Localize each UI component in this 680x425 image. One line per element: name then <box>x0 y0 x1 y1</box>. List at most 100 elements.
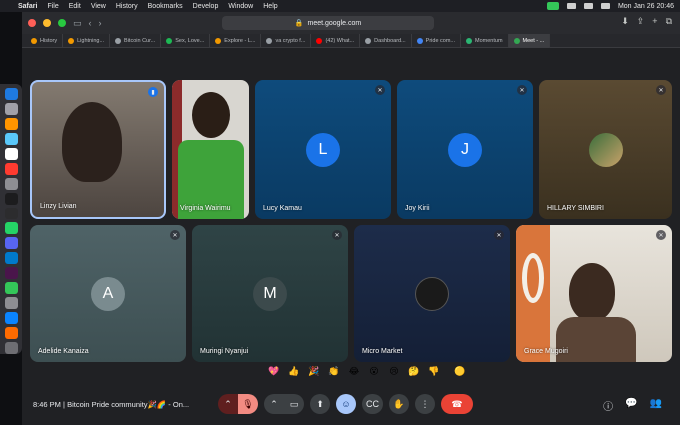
maximize-window-button[interactable] <box>58 19 66 27</box>
reaction-party[interactable]: 🎉 <box>306 364 322 378</box>
back-icon[interactable]: ‹ <box>89 18 92 28</box>
tab-meet[interactable]: Meet - ... <box>508 33 551 48</box>
participant-tile[interactable]: J ✕ Joy Kirii <box>397 80 533 219</box>
app-icon[interactable] <box>4 207 18 220</box>
speaking-icon: ▮ <box>148 87 158 97</box>
participant-video <box>569 263 615 321</box>
menubar-item-history[interactable]: History <box>116 3 138 10</box>
battery-icon[interactable] <box>566 3 576 9</box>
app-icon[interactable] <box>4 162 18 175</box>
macos-menubar: Safari File Edit View History Bookmarks … <box>0 0 680 12</box>
safari-icon[interactable] <box>4 132 18 145</box>
menubar-item-help[interactable]: Help <box>263 3 277 10</box>
participant-tile[interactable]: L ✕ Lucy Kamau <box>255 80 391 219</box>
menubar-item-bookmarks[interactable]: Bookmarks <box>148 3 183 10</box>
reaction-laugh[interactable]: 😂 <box>346 364 362 378</box>
tab-bitcoin[interactable]: Bitcoin Cur... <box>110 33 162 48</box>
menubar-app-name[interactable]: Safari <box>18 3 37 10</box>
menubar-item-view[interactable]: View <box>91 3 106 10</box>
favicon <box>215 37 222 44</box>
close-window-button[interactable] <box>28 19 36 27</box>
address-bar[interactable]: 🔒 meet.google.com <box>222 16 434 30</box>
tab-va-crypto[interactable]: va crypto f... <box>261 33 312 48</box>
mic-off-icon: ✕ <box>332 230 342 240</box>
forward-icon[interactable]: › <box>99 18 102 28</box>
launchpad-icon[interactable] <box>4 102 18 115</box>
hangup-icon[interactable]: ☎ <box>441 394 473 414</box>
participant-tile[interactable]: ✕ Grace Mugoiri <box>516 225 672 362</box>
video-options-button[interactable]: ⌃ <box>264 394 284 414</box>
present-icon[interactable]: ⬆ <box>310 394 330 414</box>
tab-momentum[interactable]: Momentum <box>461 33 509 48</box>
menubar-item-file[interactable]: File <box>47 3 58 10</box>
participant-tile[interactable]: M ✕ Muringi Nyanjui <box>192 225 348 362</box>
tab-dashboard[interactable]: Dashboard... <box>360 33 412 48</box>
chat-icon[interactable]: 💬 <box>625 398 637 413</box>
favicon <box>365 37 372 44</box>
finder-icon[interactable] <box>4 88 18 100</box>
favicon <box>466 37 473 44</box>
settings-icon[interactable] <box>4 177 18 190</box>
reaction-thinking[interactable]: 🤔 <box>406 364 422 378</box>
participant-tile[interactable]: Virginia Wairimu <box>172 80 249 219</box>
messages-icon[interactable] <box>4 282 18 295</box>
participant-tile[interactable]: ▮ Linzy Livian <box>30 80 166 219</box>
app-icon[interactable] <box>4 312 18 324</box>
favicon <box>316 37 323 44</box>
tab-history[interactable]: History <box>26 33 64 48</box>
reaction-heart[interactable]: 💖 <box>266 364 282 378</box>
vscode-icon[interactable] <box>4 252 18 265</box>
info-icon[interactable]: ⓘ <box>603 398 613 413</box>
tab-pride[interactable]: Pride com... <box>412 33 462 48</box>
tab-lightning[interactable]: Lightning... <box>63 33 111 48</box>
captions-icon[interactable]: CC <box>362 394 383 414</box>
trash-icon[interactable] <box>4 341 18 354</box>
new-tab-icon[interactable]: + <box>652 16 657 27</box>
reactions-bar: 💖 👍 🎉 👏 😂 😮 😢 🤔 👎 🟡 <box>266 364 468 378</box>
terminal-icon[interactable] <box>4 192 18 205</box>
share-icon[interactable]: ⇪ <box>637 16 645 27</box>
tab-spotify[interactable]: Sex, Love... <box>161 33 211 48</box>
emoji-icon[interactable]: ☺ <box>336 394 356 414</box>
app-icon[interactable] <box>4 327 18 339</box>
reaction-surprised[interactable]: 😮 <box>366 364 382 378</box>
search-icon[interactable] <box>600 3 610 9</box>
more-options-icon[interactable]: ⋮ <box>415 394 435 414</box>
participant-tile[interactable]: ✕ HILLARY SIMBIRI <box>539 80 672 219</box>
tab-youtube[interactable]: (42) What... <box>311 33 361 48</box>
favicon <box>513 37 520 44</box>
emoji-picker-icon[interactable]: 🟡 <box>452 364 468 378</box>
menubar-item-develop[interactable]: Develop <box>193 3 219 10</box>
meeting-info: 8:46 PM | Bitcoin Pride community🎉🌈 - On… <box>33 400 189 409</box>
reaction-thumbs-down[interactable]: 👎 <box>426 364 442 378</box>
facetime-icon[interactable] <box>546 2 559 10</box>
app-icon[interactable] <box>4 297 18 310</box>
people-icon[interactable]: 👥 <box>650 398 662 413</box>
mic-off-icon[interactable]: 🎙 <box>238 394 258 414</box>
audio-options-button[interactable]: ⌃ <box>218 394 238 414</box>
reaction-clap[interactable]: 👏 <box>326 364 342 378</box>
slack-icon[interactable] <box>4 267 18 280</box>
discord-icon[interactable] <box>4 237 18 250</box>
minimize-window-button[interactable] <box>43 19 51 27</box>
menubar-item-window[interactable]: Window <box>228 3 253 10</box>
reaction-sad[interactable]: 😢 <box>386 364 402 378</box>
calendar-icon[interactable] <box>4 147 18 160</box>
participant-photo <box>588 132 623 167</box>
wifi-icon[interactable] <box>583 3 593 9</box>
tab-overview-icon[interactable]: ⧉ <box>666 16 672 27</box>
camera-icon[interactable]: ▭ <box>284 394 304 414</box>
menubar-datetime[interactable]: Mon Jan 26 20:46 <box>618 3 674 10</box>
participant-tile[interactable]: ✕ Micro Market <box>354 225 510 362</box>
menubar-item-edit[interactable]: Edit <box>69 3 81 10</box>
tab-explore[interactable]: Explore - L... <box>210 33 262 48</box>
participant-tile[interactable]: A ✕ Adelide Kanaiza <box>30 225 186 362</box>
whatsapp-icon[interactable] <box>4 222 18 235</box>
download-icon[interactable]: ⬇ <box>621 16 629 27</box>
dock <box>0 84 22 354</box>
reaction-thumbs-up[interactable]: 👍 <box>286 364 302 378</box>
app-icon[interactable] <box>4 117 18 130</box>
sidebar-icon[interactable]: ▭ <box>73 18 82 29</box>
raise-hand-icon[interactable]: ✋ <box>389 394 409 414</box>
favicon <box>166 37 173 44</box>
